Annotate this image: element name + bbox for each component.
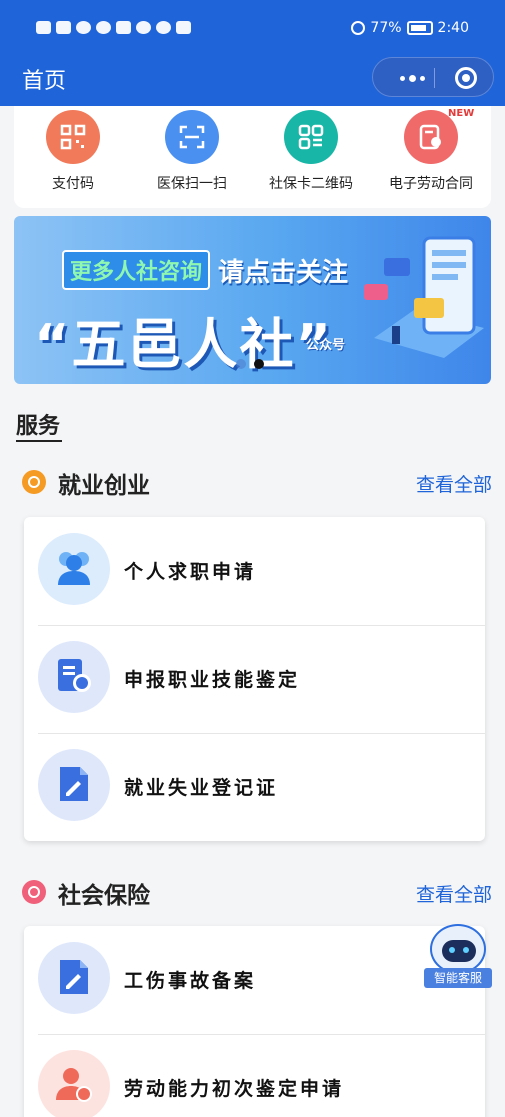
service-label: 申报职业技能鉴定 xyxy=(124,669,301,691)
heart-icon xyxy=(96,21,111,34)
section-title: 就业创业 xyxy=(58,473,150,499)
view-all-link[interactable]: 查看全部 xyxy=(416,880,492,907)
battery-percent: 77% xyxy=(370,20,402,36)
banner-cta-text: 请点击关注 xyxy=(218,257,349,288)
service-row[interactable]: 申报职业技能鉴定 xyxy=(24,625,485,733)
capsule-divider xyxy=(434,68,435,88)
hd-icon xyxy=(36,21,51,34)
quick-action-label: 医保扫一扫 xyxy=(157,176,227,192)
quick-action-medical-scan[interactable]: 医保扫一扫 xyxy=(137,110,247,193)
quick-action-labor-contract[interactable]: NEW 电子劳动合同 xyxy=(376,108,486,193)
chat-icon xyxy=(136,21,151,34)
edit-document-icon xyxy=(38,749,110,821)
close-miniprogram-icon[interactable] xyxy=(455,67,477,89)
service-label: 个人求职申请 xyxy=(124,561,257,583)
promo-banner[interactable]: 更多人社咨询 请点击关注 “五邑人社” 公众号 xyxy=(14,216,491,384)
assistant-label: 智能客服 xyxy=(424,968,492,988)
app-icon xyxy=(116,21,131,34)
carousel-dots xyxy=(236,359,264,369)
location-icon xyxy=(176,21,191,34)
alarm-icon xyxy=(351,21,366,35)
service-row[interactable]: 就业失业登记证 xyxy=(24,733,485,841)
services-heading: 服务 xyxy=(16,414,61,439)
view-all-link[interactable]: 查看全部 xyxy=(416,470,492,497)
section-header-employment: 就业创业 查看全部 xyxy=(20,466,492,499)
qr-code-icon xyxy=(46,110,100,164)
social-insurance-icon xyxy=(22,880,46,904)
phone-illustration-icon xyxy=(364,236,484,358)
status-bar: ··· 77% 2:40 xyxy=(0,18,505,178)
people-icon xyxy=(38,533,110,605)
status-icons-left: ··· xyxy=(36,21,271,178)
service-label: 劳动能力初次鉴定申请 xyxy=(124,1078,345,1100)
section-title: 社会保险 xyxy=(58,883,150,909)
employment-services-card: 个人求职申请 申报职业技能鉴定 就业失业登记证 xyxy=(24,517,485,841)
banner-title: “五邑人社” xyxy=(34,313,333,376)
miniprogram-capsule xyxy=(372,57,494,97)
clock-time: 2:40 xyxy=(437,20,469,36)
compass-icon xyxy=(156,21,171,34)
quick-action-label: 支付码 xyxy=(52,176,94,192)
edit-document-icon xyxy=(38,942,110,1014)
service-label: 就业失业登记证 xyxy=(124,777,279,799)
banner-pill-text: 更多人社咨询 xyxy=(62,250,211,290)
quick-action-label: 电子劳动合同 xyxy=(389,176,473,192)
person-exchange-icon xyxy=(38,1050,110,1117)
certificate-icon xyxy=(38,641,110,713)
section-header-social-insurance: 社会保险 查看全部 xyxy=(20,876,492,909)
employment-icon xyxy=(22,470,46,494)
service-label: 工伤事故备案 xyxy=(124,970,257,992)
banner-headline: 更多人社咨询 请点击关注 xyxy=(62,250,348,290)
quick-actions-card: 支付码 医保扫一扫 社保卡二维码 NEW 电子劳动合同 xyxy=(14,106,491,208)
more-options-button[interactable] xyxy=(387,70,437,86)
scan-icon xyxy=(165,110,219,164)
carousel-dot[interactable] xyxy=(236,359,246,369)
robot-icon xyxy=(430,924,486,974)
wifi-icon xyxy=(76,21,91,34)
signal-icon xyxy=(56,21,71,34)
status-icons-right: 77% 2:40 xyxy=(351,20,469,36)
new-badge: NEW xyxy=(448,108,475,119)
service-row[interactable]: 个人求职申请 xyxy=(24,517,485,625)
service-row[interactable]: 工伤事故备案 xyxy=(24,926,485,1034)
top-bar: ··· 77% 2:40 首页 xyxy=(0,0,505,178)
battery-icon xyxy=(406,21,433,35)
page-title: 首页 xyxy=(22,69,67,94)
service-row[interactable]: 劳动能力初次鉴定申请 xyxy=(24,1034,485,1117)
quick-action-social-card-qr[interactable]: 社保卡二维码 xyxy=(256,110,366,193)
quick-action-pay-code[interactable]: 支付码 xyxy=(18,110,128,193)
services-underline xyxy=(16,440,62,442)
banner-subtitle: 公众号 xyxy=(306,338,346,353)
smart-assistant-button[interactable]: 智能客服 xyxy=(424,922,492,990)
qr-card-icon xyxy=(284,110,338,164)
carousel-dot-active[interactable] xyxy=(254,359,264,369)
social-insurance-services-card: 工伤事故备案 劳动能力初次鉴定申请 xyxy=(24,926,485,1117)
quick-action-label: 社保卡二维码 xyxy=(269,176,353,192)
